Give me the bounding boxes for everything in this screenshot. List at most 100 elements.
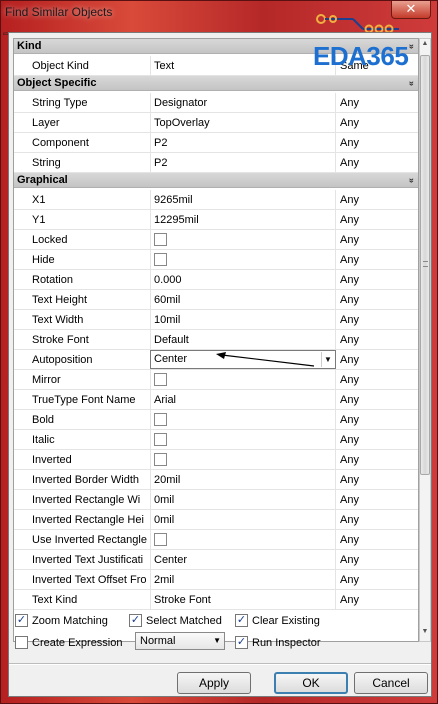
property-value[interactable]: Center — [150, 550, 336, 570]
match-criteria[interactable]: Any — [340, 330, 418, 350]
checkbox-unchecked-icon[interactable] — [154, 413, 167, 426]
property-name: Use Inverted Rectangle — [32, 534, 147, 546]
run-inspector-label: Run Inspector — [252, 637, 321, 649]
match-criteria[interactable]: Any — [340, 470, 418, 490]
chevron-down-icon[interactable]: ▼ — [321, 352, 334, 367]
property-row: Text Width 10mil Any — [14, 310, 418, 330]
property-value[interactable]: TopOverlay — [150, 113, 336, 133]
property-name: Layer — [32, 117, 60, 129]
match-criteria[interactable]: Any — [340, 550, 418, 570]
property-value[interactable]: Stroke Font — [150, 590, 336, 610]
category-label: Object Specific — [17, 77, 97, 89]
property-value[interactable]: 12295mil — [150, 210, 336, 230]
category-header[interactable]: Graphical » — [14, 173, 418, 188]
match-criteria[interactable]: Any — [340, 153, 418, 173]
property-value[interactable]: Designator — [150, 93, 336, 113]
property-row: Locked Any — [14, 230, 418, 250]
match-criteria[interactable]: Any — [340, 390, 418, 410]
property-value[interactable]: Arial — [150, 390, 336, 410]
scroll-thumb[interactable] — [420, 55, 430, 475]
property-value[interactable]: Default — [150, 330, 336, 350]
category-header[interactable]: Object Specific » — [14, 76, 418, 91]
property-name: TrueType Font Name — [32, 394, 136, 406]
property-row: Inverted Text Justificati Center Any — [14, 550, 418, 570]
match-criteria[interactable]: Any — [340, 410, 418, 430]
match-criteria[interactable]: Any — [340, 230, 418, 250]
run-inspector-checkbox[interactable]: ✓ Run Inspector — [235, 636, 320, 652]
property-value[interactable]: 2mil — [150, 570, 336, 590]
zoom-matching-checkbox[interactable]: ✓ Zoom Matching — [15, 614, 108, 630]
match-criteria[interactable]: Any — [340, 290, 418, 310]
mode-select[interactable]: Normal ▼ — [135, 632, 225, 650]
property-row: Inverted Border Width 20mil Any — [14, 470, 418, 490]
collapse-chevron-icon[interactable]: » — [404, 81, 418, 86]
close-button[interactable]: ✕ — [391, 1, 431, 19]
match-criteria[interactable]: Any — [340, 113, 418, 133]
match-criteria[interactable]: Any — [340, 190, 418, 210]
checkbox-unchecked-icon[interactable] — [154, 233, 167, 246]
property-value-checkbox[interactable] — [150, 370, 336, 390]
match-criteria[interactable]: Any — [340, 590, 418, 610]
property-row: X1 9265mil Any — [14, 190, 418, 210]
property-name: Component — [32, 137, 89, 149]
annotation-arrow — [216, 352, 315, 367]
match-criteria[interactable]: Any — [340, 510, 418, 530]
property-row: Text Height 60mil Any — [14, 290, 418, 310]
ok-button[interactable]: OK — [274, 672, 348, 694]
match-criteria[interactable]: Any — [340, 350, 418, 370]
property-value[interactable]: P2 — [150, 153, 336, 173]
match-criteria[interactable]: Any — [340, 490, 418, 510]
property-value-checkbox[interactable] — [150, 410, 336, 430]
property-value[interactable]: 0mil — [150, 490, 336, 510]
button-divider — [9, 663, 431, 665]
property-name: Text Height — [32, 294, 88, 306]
checkbox-checked-icon: ✓ — [235, 636, 248, 649]
match-criteria[interactable]: Any — [340, 210, 418, 230]
match-criteria[interactable]: Any — [340, 270, 418, 290]
property-value-checkbox[interactable] — [150, 450, 336, 470]
property-value[interactable]: 60mil — [150, 290, 336, 310]
property-value[interactable]: 0mil — [150, 510, 336, 530]
select-matched-checkbox[interactable]: ✓ Select Matched — [129, 614, 222, 630]
property-value[interactable]: 20mil — [150, 470, 336, 490]
grid-scrollbar[interactable]: ▲ ▼ — [419, 38, 431, 642]
match-criteria[interactable]: Any — [340, 250, 418, 270]
property-value[interactable]: P2 — [150, 133, 336, 153]
property-value[interactable]: 10mil — [150, 310, 336, 330]
match-criteria[interactable]: Any — [340, 530, 418, 550]
property-value-checkbox[interactable] — [150, 250, 336, 270]
cancel-button[interactable]: Cancel — [354, 672, 428, 694]
match-criteria[interactable]: Any — [340, 133, 418, 153]
checkbox-unchecked-icon[interactable] — [154, 373, 167, 386]
collapse-chevron-icon[interactable]: » — [404, 178, 418, 183]
checkbox-unchecked-icon[interactable] — [154, 253, 167, 266]
create-expression-checkbox[interactable]: Create Expression — [15, 636, 123, 652]
match-criteria[interactable]: Any — [340, 570, 418, 590]
zoom-matching-label: Zoom Matching — [32, 615, 108, 627]
apply-button[interactable]: Apply — [177, 672, 251, 694]
checkbox-checked-icon: ✓ — [235, 614, 248, 627]
match-criteria[interactable]: Any — [340, 310, 418, 330]
checkbox-unchecked-icon[interactable] — [154, 433, 167, 446]
property-name: Mirror — [32, 374, 61, 386]
property-value-checkbox[interactable] — [150, 430, 336, 450]
property-value[interactable]: Text — [150, 56, 336, 76]
property-row: Hide Any — [14, 250, 418, 270]
property-name: Locked — [32, 234, 68, 246]
match-criteria[interactable]: Any — [340, 450, 418, 470]
checkbox-unchecked-icon[interactable] — [154, 533, 167, 546]
match-criteria[interactable]: Any — [340, 93, 418, 113]
property-name: Bold — [32, 414, 55, 426]
checkbox-unchecked-icon[interactable] — [154, 453, 167, 466]
property-name: Object Kind — [32, 60, 89, 72]
property-name: Inverted — [32, 454, 72, 466]
property-value[interactable]: 0.000 — [150, 270, 336, 290]
property-row: String P2 Any — [14, 153, 418, 173]
property-value-checkbox[interactable] — [150, 530, 336, 550]
property-value-checkbox[interactable] — [150, 230, 336, 250]
clear-existing-checkbox[interactable]: ✓ Clear Existing — [235, 614, 320, 630]
match-criteria[interactable]: Any — [340, 430, 418, 450]
match-criteria[interactable]: Any — [340, 370, 418, 390]
scroll-up-icon[interactable]: ▲ — [420, 40, 430, 52]
property-value[interactable]: 9265mil — [150, 190, 336, 210]
